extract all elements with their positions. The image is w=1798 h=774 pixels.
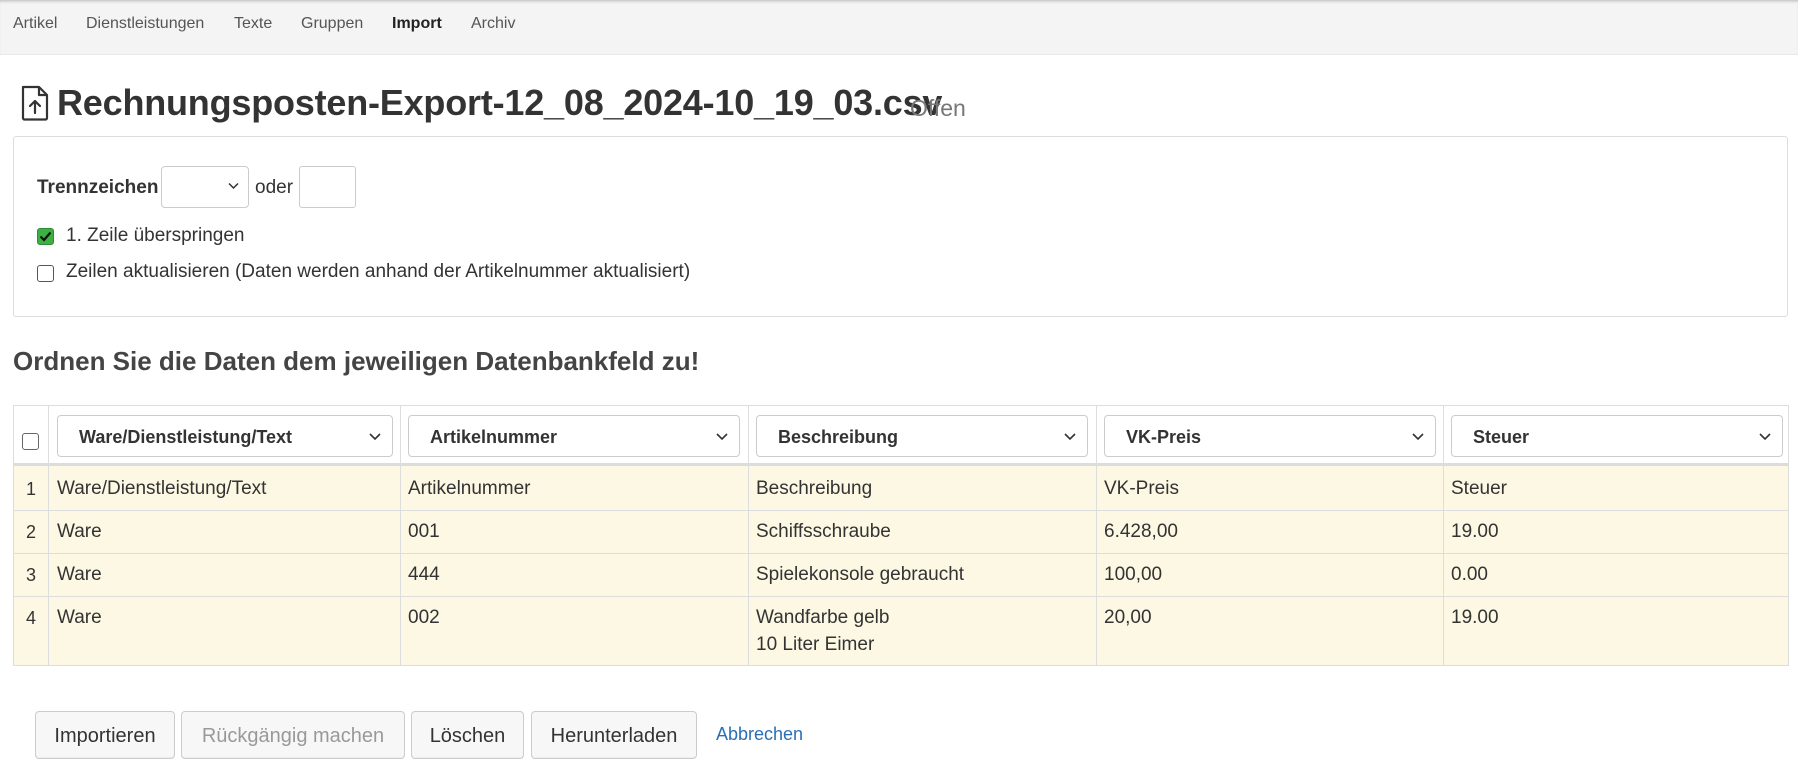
column-divider <box>1096 406 1097 665</box>
column-select-3[interactable]: Beschreibung <box>756 415 1088 457</box>
nav-item-gruppen[interactable]: Gruppen <box>301 15 363 33</box>
table-cell: Ware <box>57 607 102 628</box>
table-cell: 001 <box>408 521 440 542</box>
nav-item-dienstleistungen[interactable]: Dienstleistungen <box>86 15 204 33</box>
column-select-4[interactable]: VK-Preis <box>1104 415 1436 457</box>
status-badge: Offen <box>910 95 966 121</box>
table-cell: VK-Preis <box>1104 478 1179 499</box>
table-cell-line2: 10 Liter Eimer <box>756 634 875 655</box>
chevron-down-icon <box>228 182 239 190</box>
table-cell: 19.00 <box>1451 607 1499 628</box>
column-select-2[interactable]: Artikelnummer <box>408 415 740 457</box>
row-number: 3 <box>25 565 36 585</box>
column-divider <box>1443 406 1444 665</box>
column-divider <box>748 406 749 665</box>
column-select-1[interactable]: Ware/Dienstleistung/Text <box>57 415 393 457</box>
chevron-down-icon <box>1064 433 1076 441</box>
table-cell: Wandfarbe gelb <box>756 607 890 628</box>
mapping-header-row: Ware/Dienstleistung/Text Artikelnummer B… <box>14 406 1788 466</box>
nav-item-archiv[interactable]: Archiv <box>471 15 515 33</box>
table-cell: Ware <box>57 521 102 542</box>
import-button[interactable]: Importieren <box>35 711 175 759</box>
table-cell: 19.00 <box>1451 521 1499 542</box>
checkmark-icon <box>39 231 52 242</box>
delimiter-select[interactable] <box>161 166 249 208</box>
row-divider <box>14 553 1788 554</box>
column-select-5[interactable]: Steuer <box>1451 415 1783 457</box>
table-cell: 100,00 <box>1104 564 1163 585</box>
table-cell: Spielekonsole gebraucht <box>756 564 965 585</box>
table-cell: 002 <box>408 607 440 628</box>
skip-first-row-label: 1. Zeile überspringen <box>66 225 245 246</box>
mapping-heading: Ordnen Sie die Daten dem jeweiligen Date… <box>13 346 700 376</box>
skip-first-row-checkbox[interactable] <box>37 228 54 245</box>
table-cell: Schiffsschraube <box>756 521 891 542</box>
table-cell: Beschreibung <box>756 478 873 499</box>
column-divider <box>400 406 401 665</box>
file-upload-icon <box>21 85 49 121</box>
table-cell: Artikelnummer <box>408 478 531 499</box>
or-label: oder <box>255 177 294 198</box>
mapping-table: Ware/Dienstleistung/Text Artikelnummer B… <box>13 405 1789 666</box>
table-cell: 20,00 <box>1104 607 1152 628</box>
update-rows-label: Zeilen aktualisieren (Daten werden anhan… <box>66 261 691 282</box>
table-cell: Steuer <box>1451 478 1507 499</box>
chevron-down-icon <box>369 433 381 441</box>
nav-item-artikel[interactable]: Artikel <box>13 15 57 33</box>
import-settings-panel: Trennzeichen oder 1. Zeile überspringen … <box>13 136 1788 317</box>
download-button[interactable]: Herunterladen <box>531 711 697 759</box>
cancel-link[interactable]: Abbrechen <box>716 724 803 745</box>
row-number: 4 <box>25 608 36 628</box>
table-cell: Ware/Dienstleistung/Text <box>57 478 267 499</box>
undo-button[interactable]: Rückgängig machen <box>181 711 405 759</box>
page-title: Rechnungsposten-Export-12_08_2024-10_19_… <box>57 82 943 123</box>
row-divider <box>14 596 1788 597</box>
chevron-down-icon <box>1412 433 1424 441</box>
row-number: 1 <box>25 479 36 499</box>
update-rows-checkbox[interactable] <box>37 265 54 282</box>
row-number: 2 <box>25 522 36 542</box>
nav-item-texte[interactable]: Texte <box>234 15 272 33</box>
table-cell: 0.00 <box>1451 564 1488 585</box>
nav-item-import[interactable]: Import <box>392 15 442 33</box>
table-cell: Ware <box>57 564 102 585</box>
delimiter-custom-input[interactable] <box>299 166 356 208</box>
row-divider <box>14 510 1788 511</box>
select-all-checkbox[interactable] <box>22 433 39 450</box>
delimiter-label: Trennzeichen <box>37 177 159 198</box>
chevron-down-icon <box>716 433 728 441</box>
column-divider <box>48 406 49 665</box>
delete-button[interactable]: Löschen <box>411 711 524 759</box>
top-nav: Artikel Dienstleistungen Texte Gruppen I… <box>0 0 1798 55</box>
table-cell: 444 <box>408 564 440 585</box>
chevron-down-icon <box>1759 433 1771 441</box>
table-cell: 6.428,00 <box>1104 521 1178 542</box>
